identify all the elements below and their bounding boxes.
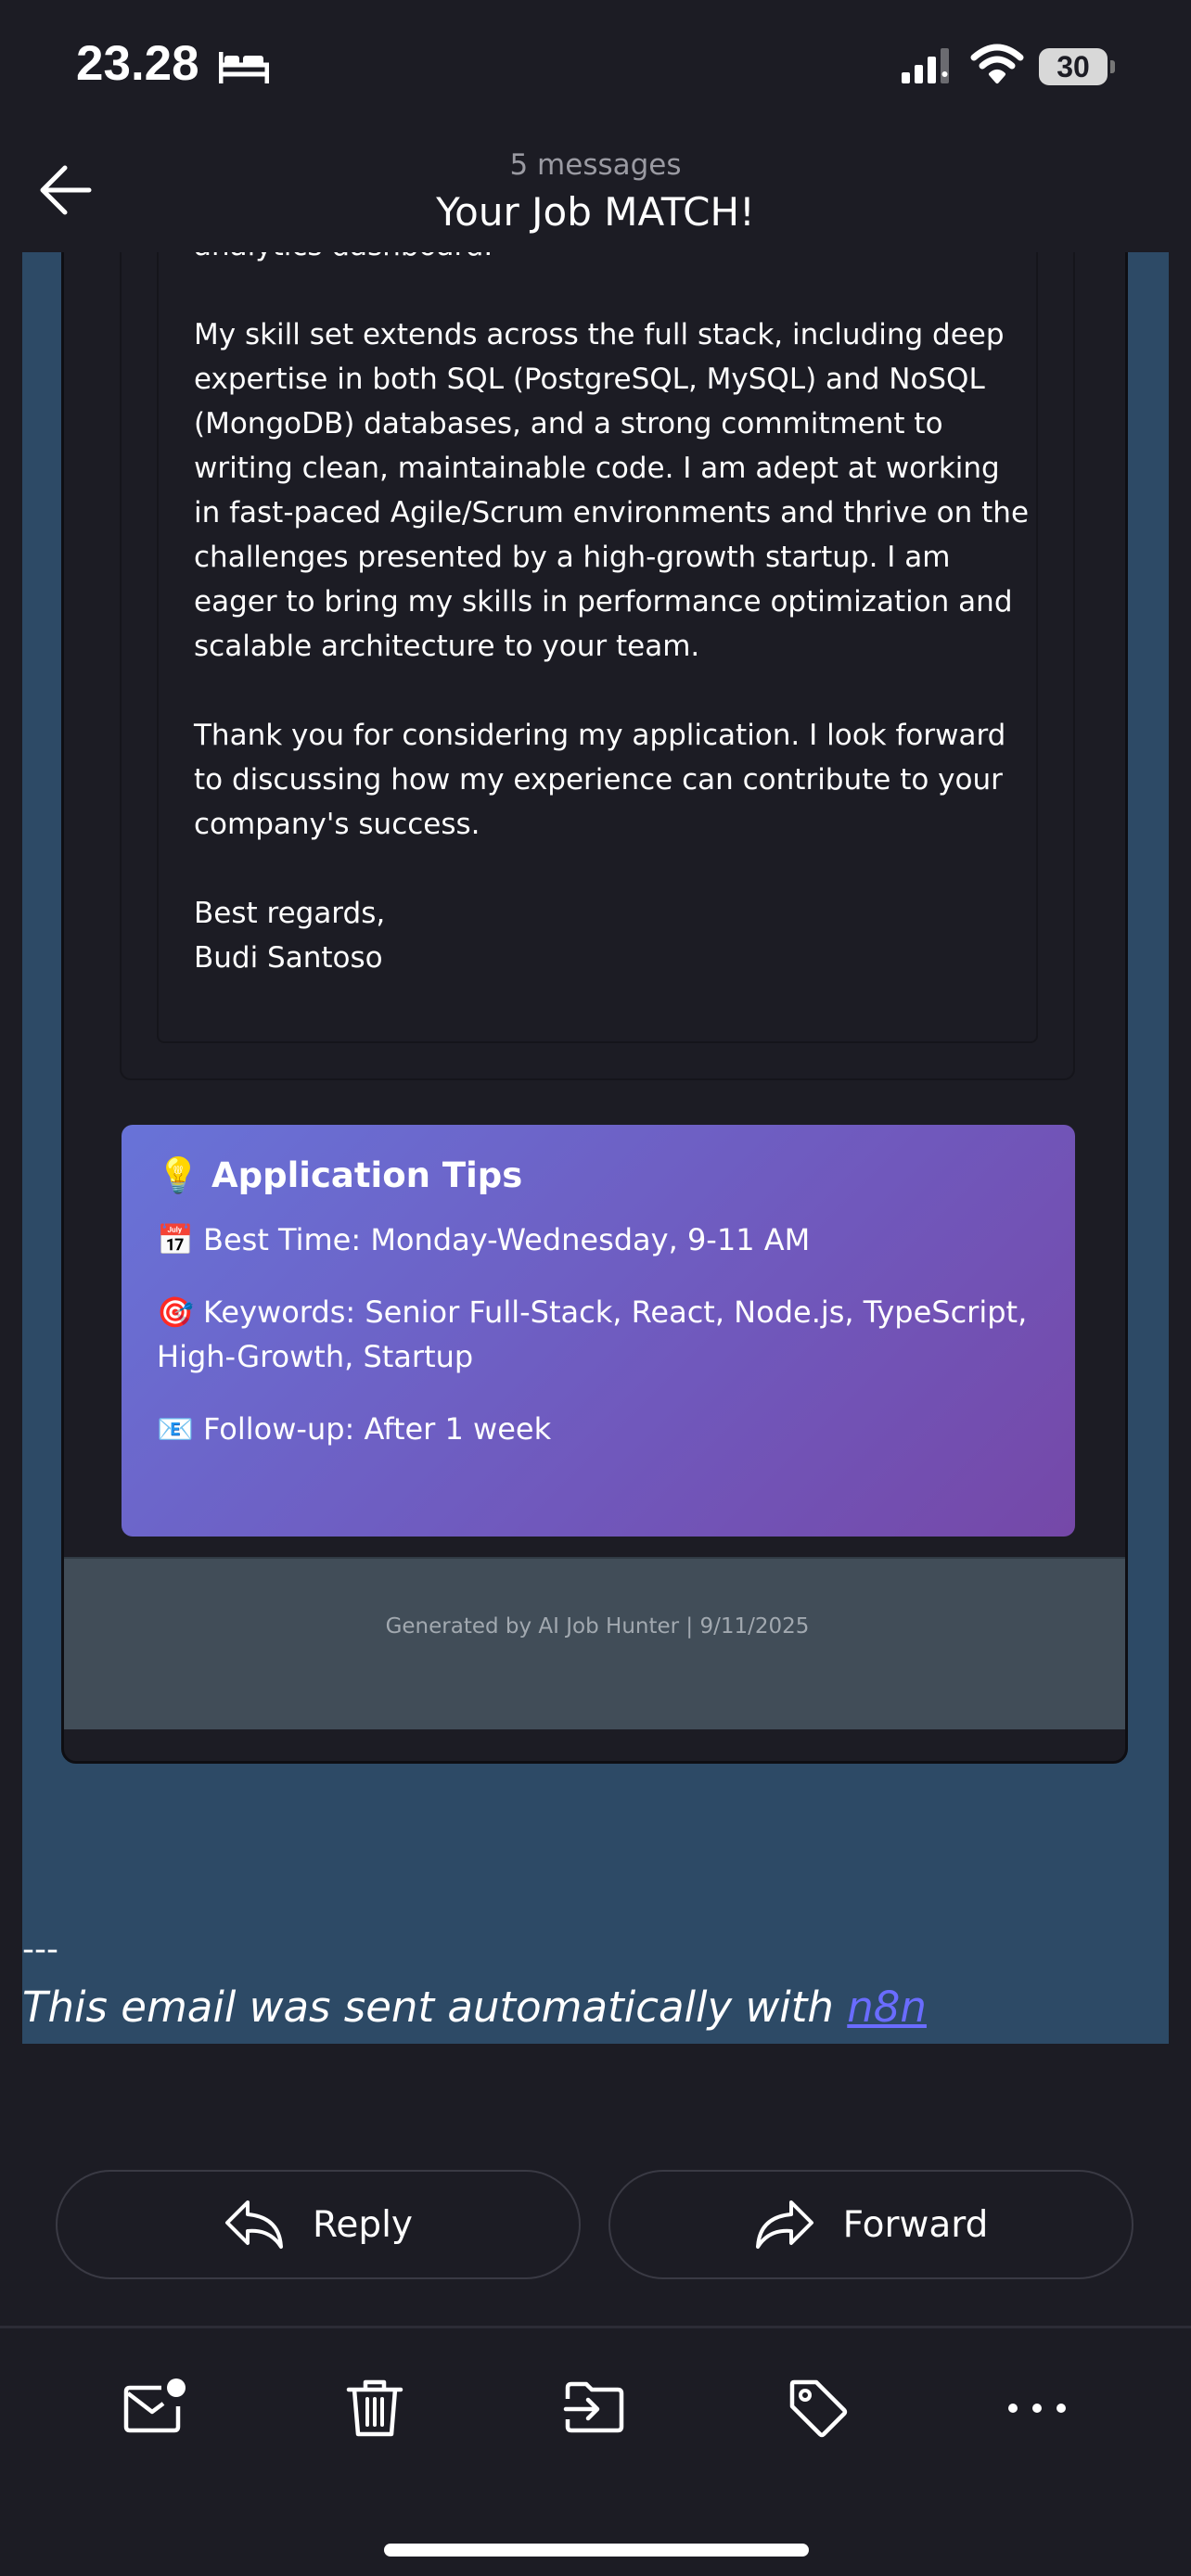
letter-paragraph-skills: My skill set extends across the full sta… (194, 318, 1030, 663)
email-screen: 23.28 30 5 messages Your Job MATCH! anal… (0, 0, 1191, 2576)
forward-button[interactable]: Forward (608, 2170, 1133, 2279)
page-title: Your Job MATCH! (436, 189, 755, 235)
cellular-signal-icon (902, 48, 949, 83)
letter-line: analytics dashboard. (194, 252, 1029, 268)
action-area: Reply Forward (22, 2044, 1169, 2322)
home-indicator[interactable] (384, 2544, 809, 2557)
email-card: analytics dashboard. My skill set extend… (61, 252, 1128, 1764)
status-time: 23.28 (76, 36, 199, 91)
tag-icon[interactable] (785, 2375, 852, 2442)
tip-followup: 📧 Follow-up: After 1 week (157, 1411, 552, 1447)
forward-icon (755, 2200, 813, 2249)
tip-best-time: 📅 Best Time: Monday-Wednesday, 9-11 AM (157, 1222, 811, 1257)
more-icon[interactable] (1004, 2375, 1070, 2442)
mail-unread-icon[interactable] (121, 2375, 187, 2442)
trash-icon[interactable] (341, 2375, 408, 2442)
battery-indicator: 30 (1039, 48, 1115, 85)
footer-text: Generated by AI Job Hunter | 9/11/2025 (385, 1614, 810, 1639)
tips-title-text: Application Tips (211, 1155, 523, 1195)
signature-line: This email was sent automatically with n… (22, 1983, 927, 2032)
n8n-link[interactable]: n8n (847, 1983, 927, 2032)
bottom-toolbar (0, 2326, 1191, 2576)
tip-keywords: 🎯 Keywords: Senior Full-Stack, React, No… (157, 1294, 1028, 1374)
reply-icon (224, 2200, 283, 2249)
reply-button[interactable]: Reply (56, 2170, 581, 2279)
move-to-folder-icon[interactable] (562, 2375, 629, 2442)
letter-paragraph-thanks: Thank you for considering my application… (194, 719, 1006, 841)
forward-label: Forward (842, 2203, 989, 2246)
signature-divider: --- (22, 1931, 58, 1969)
application-tips-box: 💡 Application Tips 📅 Best Time: Monday-W… (122, 1125, 1075, 1537)
email-body[interactable]: analytics dashboard. My skill set extend… (22, 252, 1169, 2044)
reply-label: Reply (312, 2203, 413, 2246)
battery-level: 30 (1057, 50, 1090, 83)
wifi-icon (970, 44, 1024, 83)
lightbulb-icon: 💡 (157, 1155, 200, 1195)
letter-signature-name: Budi Santoso (194, 941, 383, 975)
cover-letter: analytics dashboard. My skill set extend… (194, 252, 1029, 980)
letter-closing: Best regards, (194, 897, 386, 930)
signature-text: This email was sent automatically with (22, 1983, 848, 2032)
message-count: 5 messages (509, 148, 682, 182)
tips-title: 💡 Application Tips (157, 1153, 1040, 1199)
bed-icon (219, 52, 269, 83)
email-footer: Generated by AI Job Hunter | 9/11/2025 (64, 1557, 1125, 1729)
